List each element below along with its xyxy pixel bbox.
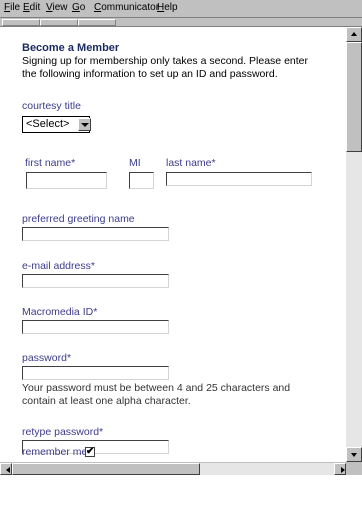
password-field[interactable] xyxy=(22,366,169,380)
menu-bar: File Edit View Go Communicator Help xyxy=(0,0,362,18)
password-note-line-2: contain at least one alpha character. xyxy=(22,395,191,407)
greeting-label: preferred greeting name xyxy=(22,213,135,225)
email-field[interactable] xyxy=(22,274,169,288)
courtesy-title-select[interactable]: <Select> xyxy=(22,116,91,133)
scroll-down-button[interactable] xyxy=(346,447,362,462)
scroll-right-button[interactable] xyxy=(334,463,346,475)
menu-go[interactable]: Go xyxy=(72,2,85,14)
menu-help[interactable]: Help xyxy=(157,2,178,14)
courtesy-title-value: <Select> xyxy=(26,118,70,130)
intro-line-1: Signing up for membership only takes a s… xyxy=(22,55,308,67)
last-name-field[interactable] xyxy=(166,172,312,186)
menu-view[interactable]: View xyxy=(46,2,68,14)
menu-communicator[interactable]: Communicator xyxy=(94,2,159,14)
macromedia-id-label: Macromedia ID* xyxy=(22,306,98,318)
menu-file[interactable]: File xyxy=(4,2,20,14)
mi-field[interactable] xyxy=(129,172,154,189)
menu-edit[interactable]: Edit xyxy=(23,2,40,14)
intro-line-2: the following information to set up an I… xyxy=(22,68,278,80)
vertical-scroll-thumb[interactable] xyxy=(346,42,362,152)
checkmark-icon: ✔ xyxy=(86,446,95,457)
page-content: Become a Member Signing up for membershi… xyxy=(0,27,346,462)
password-note-line-1: Your password must be between 4 and 25 c… xyxy=(22,382,291,394)
toolbar-grip-3[interactable] xyxy=(78,19,116,26)
first-name-label: first name* xyxy=(25,157,76,169)
first-name-field[interactable] xyxy=(26,172,107,189)
email-label: e-mail address* xyxy=(22,260,95,272)
greeting-field[interactable] xyxy=(22,227,169,241)
bottom-blank-area xyxy=(0,475,362,506)
page-title: Become a Member xyxy=(22,42,120,54)
triangle-right-icon xyxy=(341,467,345,473)
triangle-left-icon xyxy=(6,467,10,473)
horizontal-scroll-thumb[interactable] xyxy=(12,463,200,475)
scroll-up-button[interactable] xyxy=(346,27,362,42)
retype-password-label: retype password* xyxy=(22,426,104,438)
scrollbar-corner xyxy=(346,462,362,475)
horizontal-scrollbar[interactable] xyxy=(0,462,346,475)
scroll-left-button[interactable] xyxy=(0,463,12,475)
password-label: password* xyxy=(22,352,72,364)
chevron-down-icon[interactable] xyxy=(78,118,91,131)
mi-label: MI xyxy=(129,157,141,169)
toolbar-grip-strip xyxy=(0,18,362,27)
courtesy-title-label: courtesy title xyxy=(22,100,81,112)
remember-me-checkbox[interactable]: ✔ xyxy=(85,447,95,457)
toolbar-grip-1[interactable] xyxy=(2,19,40,26)
vertical-scrollbar[interactable] xyxy=(346,27,362,462)
triangle-down-icon xyxy=(351,453,357,457)
triangle-up-icon xyxy=(351,32,357,36)
last-name-label: last name* xyxy=(166,157,216,169)
toolbar-grip-2[interactable] xyxy=(40,19,78,26)
remember-me-label: remember me xyxy=(22,446,88,458)
macromedia-id-field[interactable] xyxy=(22,320,169,334)
